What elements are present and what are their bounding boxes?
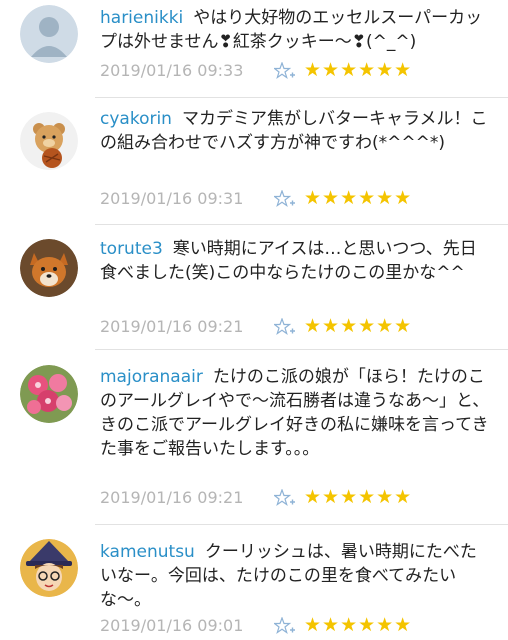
shiba-dog-avatar[interactable]	[20, 239, 78, 297]
username-link[interactable]: torute3	[100, 239, 163, 259]
comment-item: cyakorin マカデミア焦がしバターキャラメル！この組み合わせでハズす方が神で…	[0, 100, 508, 225]
comment-meta: 2019/01/16 09:31 ★★★★★★	[100, 187, 488, 210]
star-rating: ★★★★★★	[304, 59, 413, 81]
comment-meta: 2019/01/16 09:01 ★★★★★★	[100, 614, 488, 637]
username-link[interactable]: majoranaair	[100, 367, 203, 387]
comment-text: harienikki やはり大好物のエッセルスーパーカップは外せません❣紅茶クッキ…	[100, 6, 490, 54]
pink-flowers-avatar[interactable]	[20, 365, 78, 423]
add-star-icon[interactable]	[274, 617, 296, 635]
add-star-icon[interactable]	[274, 190, 296, 208]
username-link[interactable]: kamenutsu	[100, 542, 195, 562]
comment-item: torute3 寒い時期にアイスは…と思いつつ、先日食べました(笑)この中ならたけ…	[0, 225, 508, 350]
star-rating: ★★★★★★	[304, 315, 413, 337]
timestamp: 2019/01/16 09:21	[100, 317, 244, 336]
timestamp: 2019/01/16 09:21	[100, 488, 244, 507]
comment-text: cyakorin マカデミア焦がしバターキャラメル！この組み合わせでハズす方が神で…	[100, 107, 490, 155]
add-star-icon[interactable]	[274, 318, 296, 336]
timestamp: 2019/01/16 09:33	[100, 61, 244, 80]
comment-item: harienikki やはり大好物のエッセルスーパーカップは外せません❣紅茶クッキ…	[0, 0, 508, 100]
comment-item: kamenutsu クーリッシュは、暑い時期にたべたいなー。今回は、たけのこの里を…	[0, 525, 508, 640]
timestamp: 2019/01/16 09:31	[100, 189, 244, 208]
comment-meta: 2019/01/16 09:21 ★★★★★★	[100, 315, 488, 338]
divider	[95, 97, 508, 98]
comment-item: majoranaair たけのこ派の娘が「ほら！たけのこのアールグレイやで〜流石勝…	[0, 350, 508, 525]
teddy-bear-avatar[interactable]	[20, 112, 78, 170]
star-rating: ★★★★★★	[304, 187, 413, 209]
witch-avatar[interactable]	[20, 539, 78, 597]
comment-text: kamenutsu クーリッシュは、暑い時期にたべたいなー。今回は、たけのこの里を…	[100, 540, 490, 612]
comment-text: torute3 寒い時期にアイスは…と思いつつ、先日食べました(笑)この中ならたけ…	[100, 237, 490, 285]
username-link[interactable]: harienikki	[100, 8, 183, 28]
comment-text: majoranaair たけのこ派の娘が「ほら！たけのこのアールグレイやで〜流石勝…	[100, 365, 490, 461]
timestamp: 2019/01/16 09:01	[100, 616, 244, 635]
star-rating: ★★★★★★	[304, 486, 413, 508]
add-star-icon[interactable]	[274, 489, 296, 507]
star-rating: ★★★★★★	[304, 614, 413, 636]
comment-meta: 2019/01/16 09:21 ★★★★★★	[100, 486, 488, 509]
username-link[interactable]: cyakorin	[100, 109, 172, 129]
default-user-icon[interactable]	[20, 5, 78, 63]
comment-meta: 2019/01/16 09:33 ★★★★★★	[100, 59, 488, 82]
add-star-icon[interactable]	[274, 62, 296, 80]
